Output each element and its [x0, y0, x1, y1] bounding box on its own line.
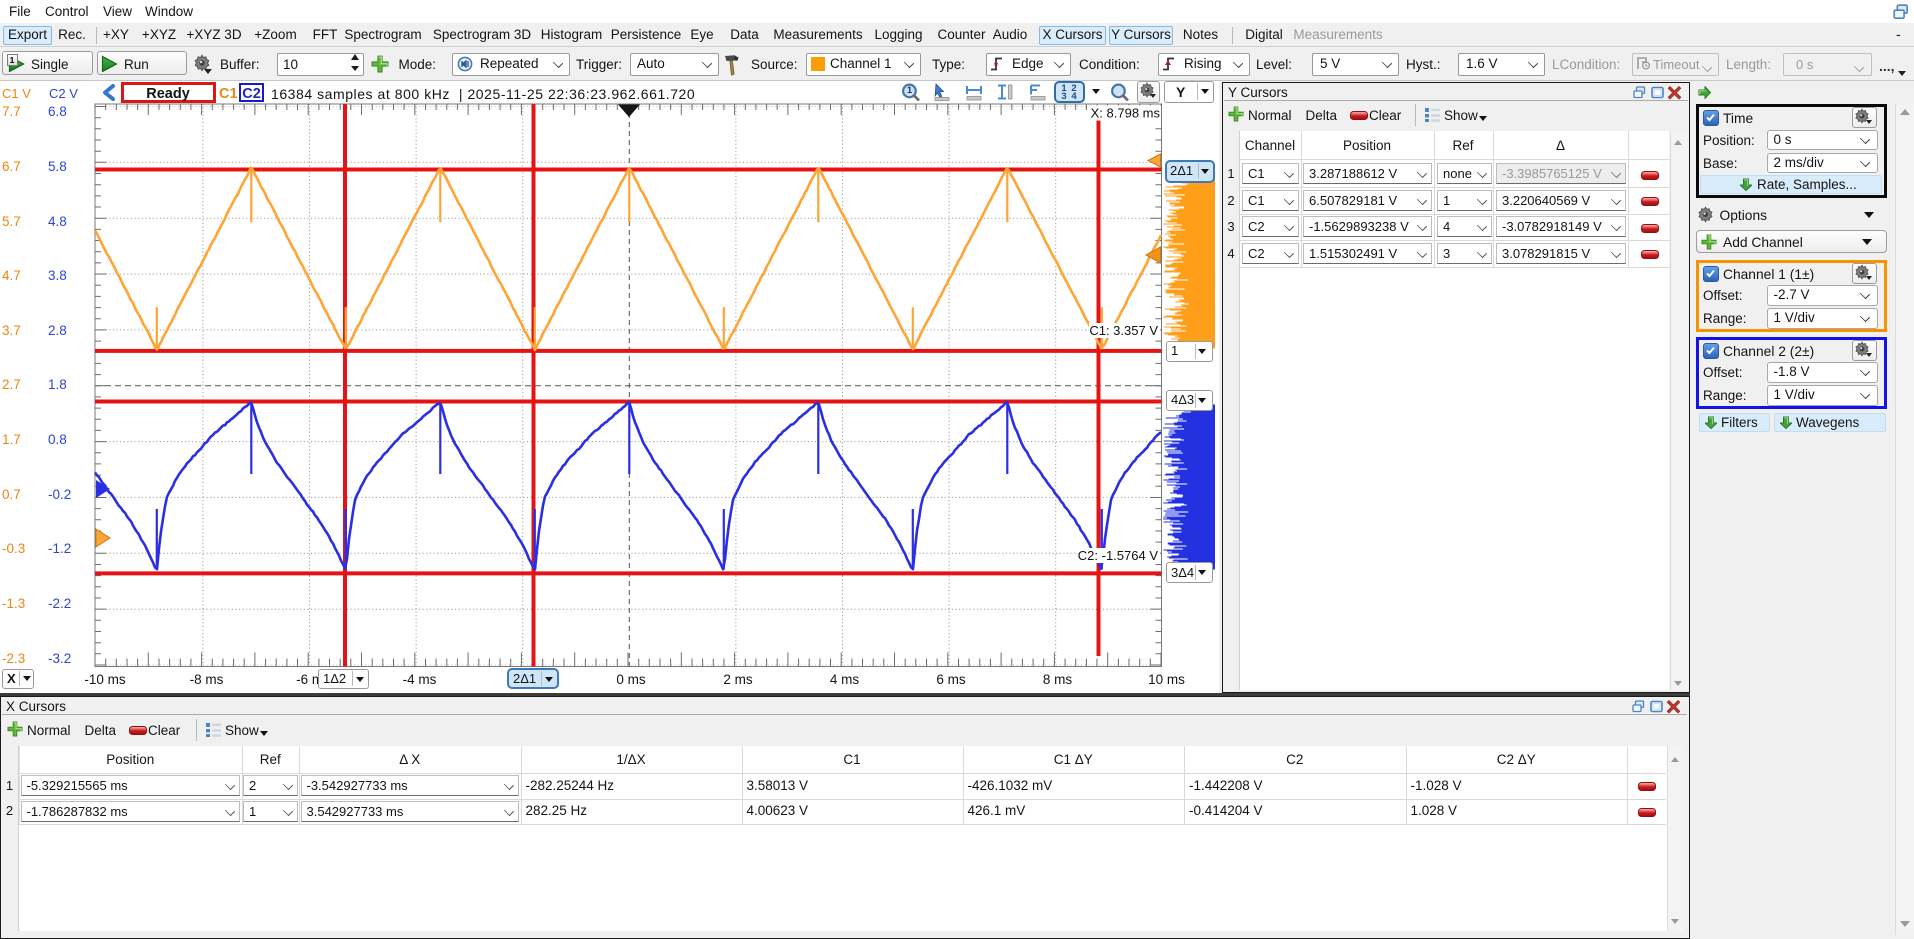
svg-text:X: 8.798 ms: X: 8.798 ms [1091, 106, 1161, 121]
svg-text:C1: 3.357 V: C1: 3.357 V [1089, 323, 1158, 338]
svg-text:C2: -1.5764 V: C2: -1.5764 V [1078, 548, 1159, 563]
